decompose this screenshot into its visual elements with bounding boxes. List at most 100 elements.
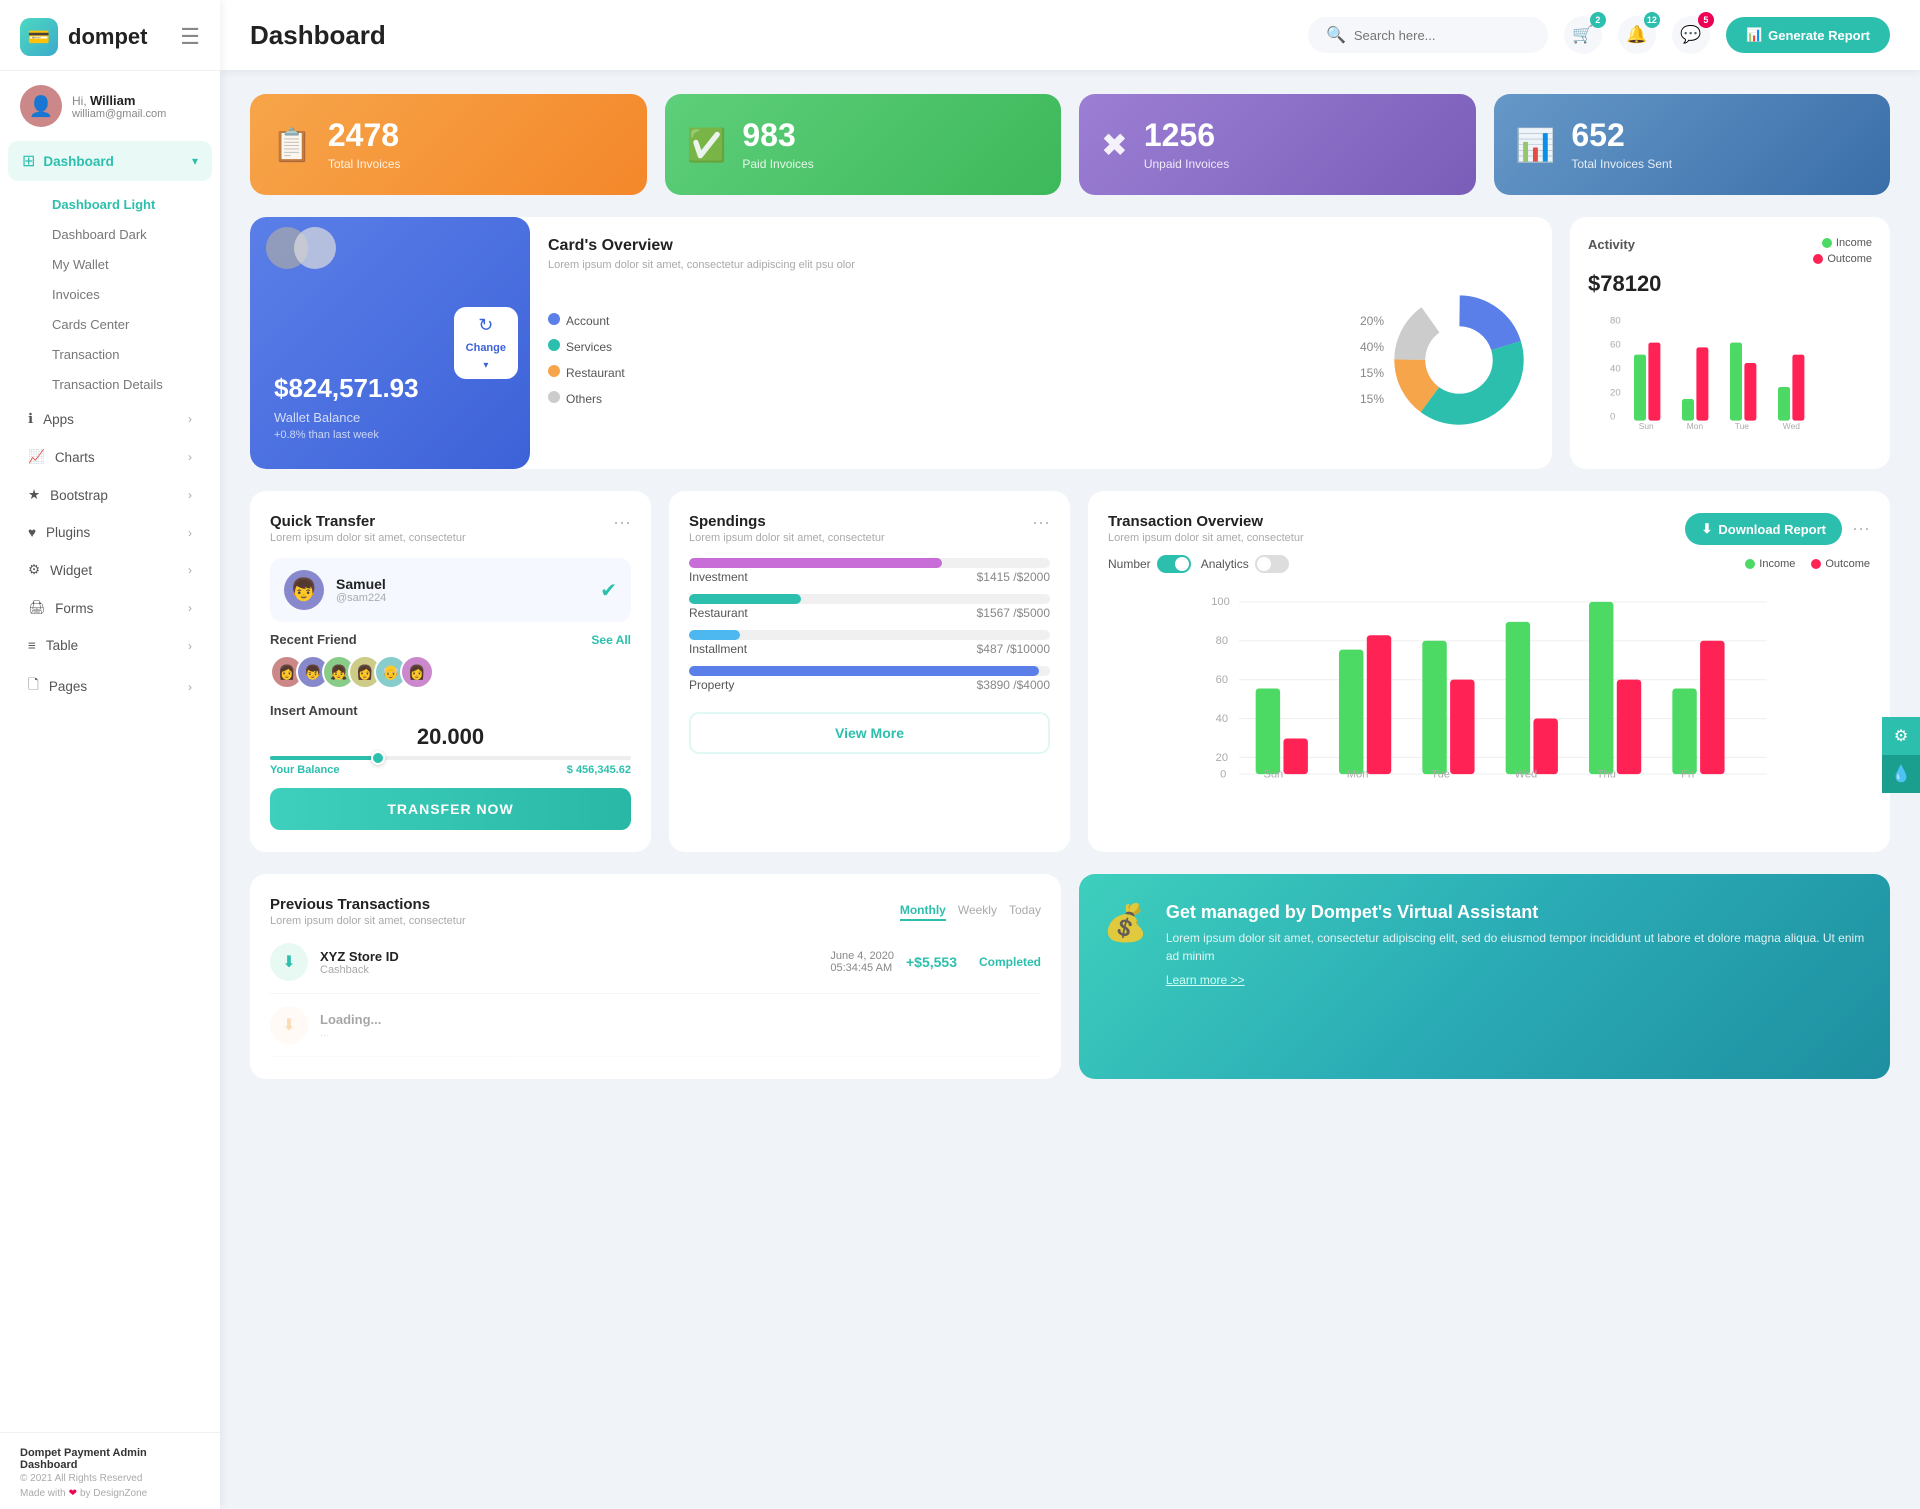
- stat-cards: 📋 2478 Total Invoices ✅ 983 Paid Invoice…: [250, 94, 1890, 195]
- cart-button[interactable]: 🛒 2: [1564, 16, 1602, 54]
- view-more-button[interactable]: View More: [689, 712, 1050, 754]
- sidebar-sub-dashboard-light[interactable]: Dashboard Light: [8, 190, 212, 219]
- sidebar-item-bootstrap[interactable]: ★Bootstrap ›: [8, 477, 212, 513]
- transfer-name: Samuel: [336, 576, 386, 592]
- sidebar-sub-cards-center[interactable]: Cards Center: [8, 310, 212, 339]
- sidebar-sub-invoices[interactable]: Invoices: [8, 280, 212, 309]
- forms-label: Forms: [55, 601, 93, 616]
- tx-info-2: Loading... ...: [320, 1012, 1041, 1039]
- va-title: Get managed by Dompet's Virtual Assistan…: [1166, 902, 1866, 923]
- unpaid-invoices-label: Unpaid Invoices: [1144, 157, 1229, 171]
- sidebar-item-plugins[interactable]: ♥Plugins ›: [8, 515, 212, 550]
- activity-amount: $78120: [1588, 271, 1872, 297]
- balance-label: Your Balance: [270, 764, 340, 776]
- messages-button[interactable]: 💬 5: [1672, 16, 1710, 54]
- cart-icon: 🛒: [1572, 25, 1593, 45]
- theme-float-button[interactable]: 💧: [1882, 755, 1920, 793]
- svg-text:20: 20: [1216, 752, 1228, 764]
- account-dot: [548, 313, 560, 325]
- overview-services: Services 40%: [548, 334, 1384, 360]
- generate-label: Generate Report: [1768, 28, 1870, 43]
- search-input[interactable]: [1354, 28, 1530, 43]
- overview-desc: Lorem ipsum dolor sit amet, consectetur …: [548, 259, 1534, 271]
- svg-text:80: 80: [1216, 635, 1228, 647]
- transfer-avatar: 👦: [284, 570, 324, 610]
- income-legend: Income: [1822, 237, 1872, 249]
- tx-status: Completed: [979, 955, 1041, 969]
- others-dot: [548, 391, 560, 403]
- activity-header: Activity Income Outcome: [1588, 237, 1872, 265]
- generate-report-button[interactable]: 📊 Generate Report: [1726, 17, 1890, 53]
- svg-text:Tue: Tue: [1431, 769, 1450, 781]
- quick-transfer-desc: Lorem ipsum dolor sit amet, consectetur: [270, 532, 466, 544]
- restaurant-dot: [548, 365, 560, 377]
- analytics-toggle[interactable]: [1255, 555, 1289, 573]
- settings-float-button[interactable]: ⚙: [1882, 717, 1920, 755]
- sidebar-sub-transaction[interactable]: Transaction: [8, 340, 212, 369]
- income-dot-tx: [1745, 559, 1755, 569]
- logo-icon: 💳: [20, 18, 58, 56]
- hamburger-icon[interactable]: ☰: [180, 24, 200, 50]
- svg-text:Fri: Fri: [1681, 769, 1694, 781]
- stat-unpaid-invoices: ✖ 1256 Unpaid Invoices: [1079, 94, 1476, 195]
- invoices-sent-value: 652: [1571, 118, 1672, 153]
- messages-badge: 5: [1698, 12, 1714, 28]
- avatar: 👤: [20, 85, 62, 127]
- sidebar-item-charts[interactable]: 📈Charts ›: [8, 439, 212, 475]
- balance-value: $ 456,345.62: [567, 764, 631, 776]
- sidebar-item-pages[interactable]: 🗋Pages ›: [8, 665, 212, 708]
- sidebar-item-widget[interactable]: ⚙Widget ›: [8, 552, 212, 588]
- notification-button[interactable]: 🔔 12: [1618, 16, 1656, 54]
- bootstrap-label: Bootstrap: [50, 488, 108, 503]
- amount-slider[interactable]: [270, 756, 631, 760]
- sidebar-sub-dashboard-dark[interactable]: Dashboard Dark: [8, 220, 212, 249]
- main-content: Dashboard 🔍 🛒 2 🔔 12 💬 5 📊 Generate Repo…: [220, 0, 1920, 1509]
- plugins-icon: ♥: [28, 525, 36, 540]
- number-toggle[interactable]: [1157, 555, 1191, 573]
- previous-transactions-panel: Previous Transactions Lorem ipsum dolor …: [250, 874, 1061, 1079]
- tx-controls: ⬇ Download Report ⋯: [1685, 513, 1870, 545]
- tx-icon-2: ⬇: [270, 1006, 308, 1044]
- tab-monthly[interactable]: Monthly: [900, 903, 946, 921]
- svg-text:Mon: Mon: [1687, 421, 1704, 429]
- tab-today[interactable]: Today: [1009, 903, 1041, 921]
- tx-menu[interactable]: ⋯: [1852, 519, 1870, 540]
- tx-legend: Income Outcome: [1745, 558, 1870, 570]
- sidebar-item-dashboard[interactable]: ⊞ Dashboard ▾: [8, 141, 212, 181]
- cart-badge: 2: [1590, 12, 1606, 28]
- table-icon: ≡: [28, 638, 36, 653]
- settings-icon: ⚙: [1894, 726, 1908, 746]
- tx-header: Transaction Overview Lorem ipsum dolor s…: [1108, 513, 1870, 545]
- tab-weekly[interactable]: Weekly: [958, 903, 997, 921]
- wallet-circles: [266, 227, 336, 269]
- total-invoices-label: Total Invoices: [328, 157, 401, 171]
- apps-icon: ℹ: [28, 411, 33, 427]
- refresh-button[interactable]: ↻ Change ▾: [454, 307, 518, 379]
- number-label: Number: [1108, 557, 1151, 571]
- tx-desc: Lorem ipsum dolor sit amet, consectetur: [1108, 532, 1304, 544]
- bootstrap-icon: ★: [28, 487, 40, 503]
- spendings-menu[interactable]: ⋯: [1032, 513, 1050, 534]
- transfer-button[interactable]: TRANSFER NOW: [270, 788, 631, 830]
- plugins-label: Plugins: [46, 525, 90, 540]
- svg-text:Sun: Sun: [1639, 421, 1654, 429]
- generate-icon: 📊: [1746, 27, 1762, 43]
- bell-icon: 🔔: [1626, 25, 1647, 45]
- sidebar-sub-my-wallet[interactable]: My Wallet: [8, 250, 212, 279]
- outcome-legend: Outcome: [1813, 253, 1872, 265]
- sidebar-item-table[interactable]: ≡Table ›: [8, 628, 212, 663]
- quick-transfer-menu[interactable]: ⋯: [613, 513, 631, 534]
- check-icon: ✔: [600, 578, 617, 603]
- sidebar-item-apps[interactable]: ℹApps ›: [8, 401, 212, 437]
- sidebar-sub-transaction-details[interactable]: Transaction Details: [8, 370, 212, 399]
- va-icon: 💰: [1103, 902, 1148, 944]
- svg-text:Mon: Mon: [1347, 769, 1369, 781]
- virtual-assistant-card: 💰 Get managed by Dompet's Virtual Assist…: [1079, 874, 1890, 1079]
- download-report-button[interactable]: ⬇ Download Report: [1685, 513, 1842, 545]
- tx-date: June 4, 2020 05:34:45 AM: [830, 950, 894, 974]
- pages-label: Pages: [49, 679, 87, 694]
- unpaid-invoices-value: 1256: [1144, 118, 1229, 153]
- sidebar-item-forms[interactable]: 🖨Forms ›: [8, 590, 212, 626]
- see-all-button[interactable]: See All: [591, 633, 631, 647]
- va-learn-more[interactable]: Learn more >>: [1166, 973, 1866, 987]
